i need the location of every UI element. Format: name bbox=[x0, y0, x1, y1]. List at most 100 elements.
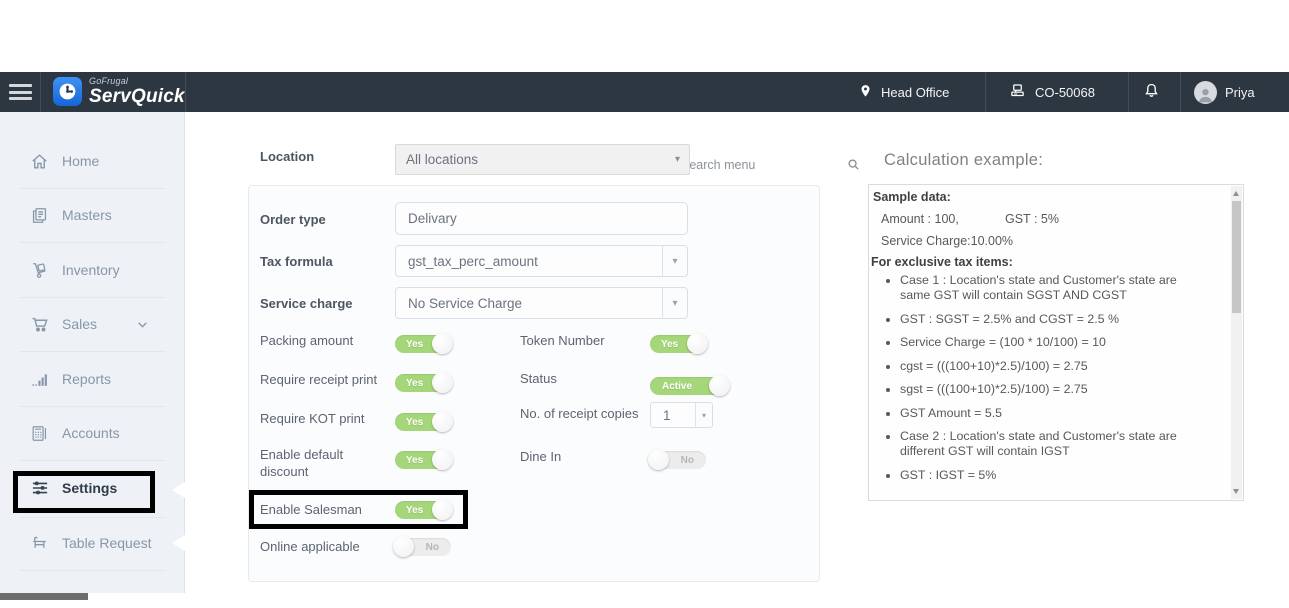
toggle-state-label: Yes bbox=[406, 378, 423, 389]
sidebar-item-reports[interactable]: Reports bbox=[0, 365, 185, 393]
token-number-label: Token Number bbox=[520, 333, 605, 348]
vertical-scrollbar[interactable] bbox=[1231, 186, 1242, 499]
nav-divider bbox=[40, 72, 41, 112]
toggle-state-label: Yes bbox=[406, 455, 423, 466]
dropdown-caret-icon: ▾ bbox=[675, 154, 680, 165]
online-applicable-toggle[interactable]: No bbox=[395, 538, 451, 556]
sidebar-divider bbox=[20, 406, 166, 407]
brand-logo[interactable]: GoFrugal ServQuick bbox=[53, 77, 185, 106]
sales-cart-icon bbox=[30, 314, 50, 334]
sample-gst: GST : 5% bbox=[1005, 212, 1059, 226]
tax-formula-select[interactable]: gst_tax_perc_amount ▾ bbox=[395, 245, 688, 277]
enable-salesman-toggle[interactable]: Yes bbox=[395, 501, 451, 519]
chevron-down-icon[interactable] bbox=[136, 318, 149, 331]
accounts-calculator-icon bbox=[30, 424, 49, 443]
calc-bullet: Case 2 : Location's state and Customer's… bbox=[900, 429, 1206, 459]
inventory-icon bbox=[30, 261, 49, 280]
scroll-down-icon[interactable] bbox=[1233, 489, 1239, 494]
toggle-state-label: Yes bbox=[406, 417, 423, 428]
user-name: Priya bbox=[1225, 85, 1255, 100]
notifications-button[interactable] bbox=[1142, 72, 1161, 112]
sidebar-item-label: Reports bbox=[62, 371, 111, 387]
calc-bullet: GST : IGST = 5% bbox=[900, 468, 1206, 483]
sidebar-divider bbox=[20, 460, 166, 461]
servquick-settings-screen: GoFrugal ServQuick Head Office CO-50068 bbox=[0, 0, 1289, 608]
toggle-state-label: Yes bbox=[406, 505, 423, 516]
dropdown-caret-icon[interactable]: ▾ bbox=[695, 403, 712, 427]
require-receipt-print-label: Require receipt print bbox=[260, 372, 377, 387]
user-menu[interactable]: Priya bbox=[1194, 72, 1255, 112]
toggle-state-label: No bbox=[426, 542, 439, 553]
service-charge-select[interactable]: No Service Charge ▾ bbox=[395, 287, 688, 319]
order-type-value: Delivary bbox=[408, 211, 457, 226]
require-receipt-print-toggle[interactable]: Yes bbox=[395, 374, 451, 392]
sidebar-notch bbox=[172, 482, 185, 498]
sidebar-item-label: Table Request bbox=[62, 535, 152, 551]
sample-service-charge: Service Charge:10.00% bbox=[881, 234, 1013, 248]
dine-in-label: Dine In bbox=[520, 449, 561, 464]
receipt-copies-label: No. of receipt copies bbox=[520, 406, 639, 421]
enable-salesman-label: Enable Salesman bbox=[260, 502, 362, 517]
enable-default-discount-toggle[interactable]: Yes bbox=[395, 451, 451, 469]
toggle-knob bbox=[432, 449, 453, 470]
search-icon[interactable] bbox=[846, 157, 861, 172]
packing-amount-label: Packing amount bbox=[260, 333, 353, 348]
sidebar-item-label: Home bbox=[62, 153, 99, 169]
status-toggle[interactable]: Active bbox=[650, 377, 728, 395]
reports-chart-icon bbox=[30, 370, 49, 389]
sidebar-item-accounts[interactable]: Accounts bbox=[0, 419, 185, 447]
horizontal-scrollbar-thumb[interactable] bbox=[0, 593, 88, 600]
hamburger-menu-icon[interactable] bbox=[9, 84, 32, 100]
require-kot-print-toggle[interactable]: Yes bbox=[395, 413, 451, 431]
toggle-knob bbox=[687, 333, 708, 354]
vertical-scrollbar-thumb[interactable] bbox=[1232, 201, 1241, 313]
sidebar-item-table-request[interactable]: Table Request bbox=[0, 529, 185, 557]
sidebar-divider bbox=[20, 188, 166, 189]
calc-example-title: Calculation example: bbox=[884, 151, 1043, 170]
bell-icon bbox=[1142, 81, 1161, 104]
tax-formula-label: Tax formula bbox=[260, 254, 333, 269]
sidebar-item-inventory[interactable]: Inventory bbox=[0, 256, 185, 284]
packing-amount-toggle[interactable]: Yes bbox=[395, 335, 451, 353]
calc-bullet: Case 1 : Location's state and Customer's… bbox=[900, 273, 1206, 303]
sidebar-item-settings[interactable]: Settings bbox=[0, 474, 185, 502]
dine-in-toggle[interactable]: No bbox=[650, 451, 706, 469]
search-input[interactable] bbox=[672, 158, 846, 172]
dropdown-caret-icon[interactable]: ▾ bbox=[662, 288, 687, 318]
token-number-toggle[interactable]: Yes bbox=[650, 335, 706, 353]
table-request-icon bbox=[30, 534, 49, 553]
search-menu-box bbox=[672, 152, 824, 177]
service-charge-value: No Service Charge bbox=[408, 296, 522, 311]
toggle-state-label: Yes bbox=[406, 339, 423, 350]
calc-bullet: sgst = (((100+10)*2.5)/100) = 2.75 bbox=[900, 382, 1206, 397]
location-select[interactable]: All locations ▾ bbox=[395, 144, 690, 175]
terminal-selector[interactable]: CO-50068 bbox=[1008, 72, 1095, 112]
masters-icon bbox=[30, 206, 49, 225]
sidebar-item-sales[interactable]: Sales bbox=[0, 310, 185, 338]
calc-bullet-list: Case 1 : Location's state and Customer's… bbox=[884, 273, 1206, 491]
settings-sliders-icon bbox=[30, 478, 50, 498]
calc-bullet: Service Charge = (100 * 10/100) = 10 bbox=[900, 335, 1206, 350]
order-type-input[interactable]: Delivary bbox=[395, 202, 688, 235]
toggle-knob bbox=[393, 536, 414, 557]
sidebar-divider bbox=[20, 242, 166, 243]
terminal-id: CO-50068 bbox=[1035, 85, 1095, 100]
location-label: Location bbox=[260, 149, 314, 164]
enable-default-discount-label: Enable default discount bbox=[260, 446, 382, 480]
sidebar-divider bbox=[20, 517, 166, 518]
dropdown-caret-icon[interactable]: ▾ bbox=[662, 246, 687, 276]
toggle-knob bbox=[432, 333, 453, 354]
store-selector[interactable]: Head Office bbox=[858, 72, 949, 112]
sidebar-item-label: Settings bbox=[62, 480, 117, 496]
servquick-clock-icon bbox=[53, 77, 82, 106]
online-applicable-label: Online applicable bbox=[260, 539, 360, 554]
sidebar bbox=[0, 112, 185, 593]
sidebar-item-home[interactable]: Home bbox=[0, 147, 185, 175]
receipt-copies-select[interactable]: 1 ▾ bbox=[650, 402, 713, 428]
user-avatar bbox=[1194, 81, 1217, 104]
status-label: Status bbox=[520, 371, 557, 386]
sidebar-item-masters[interactable]: Masters bbox=[0, 201, 185, 229]
scroll-up-icon[interactable] bbox=[1233, 191, 1239, 196]
location-select-value: All locations bbox=[406, 152, 478, 167]
toggle-knob bbox=[432, 372, 453, 393]
